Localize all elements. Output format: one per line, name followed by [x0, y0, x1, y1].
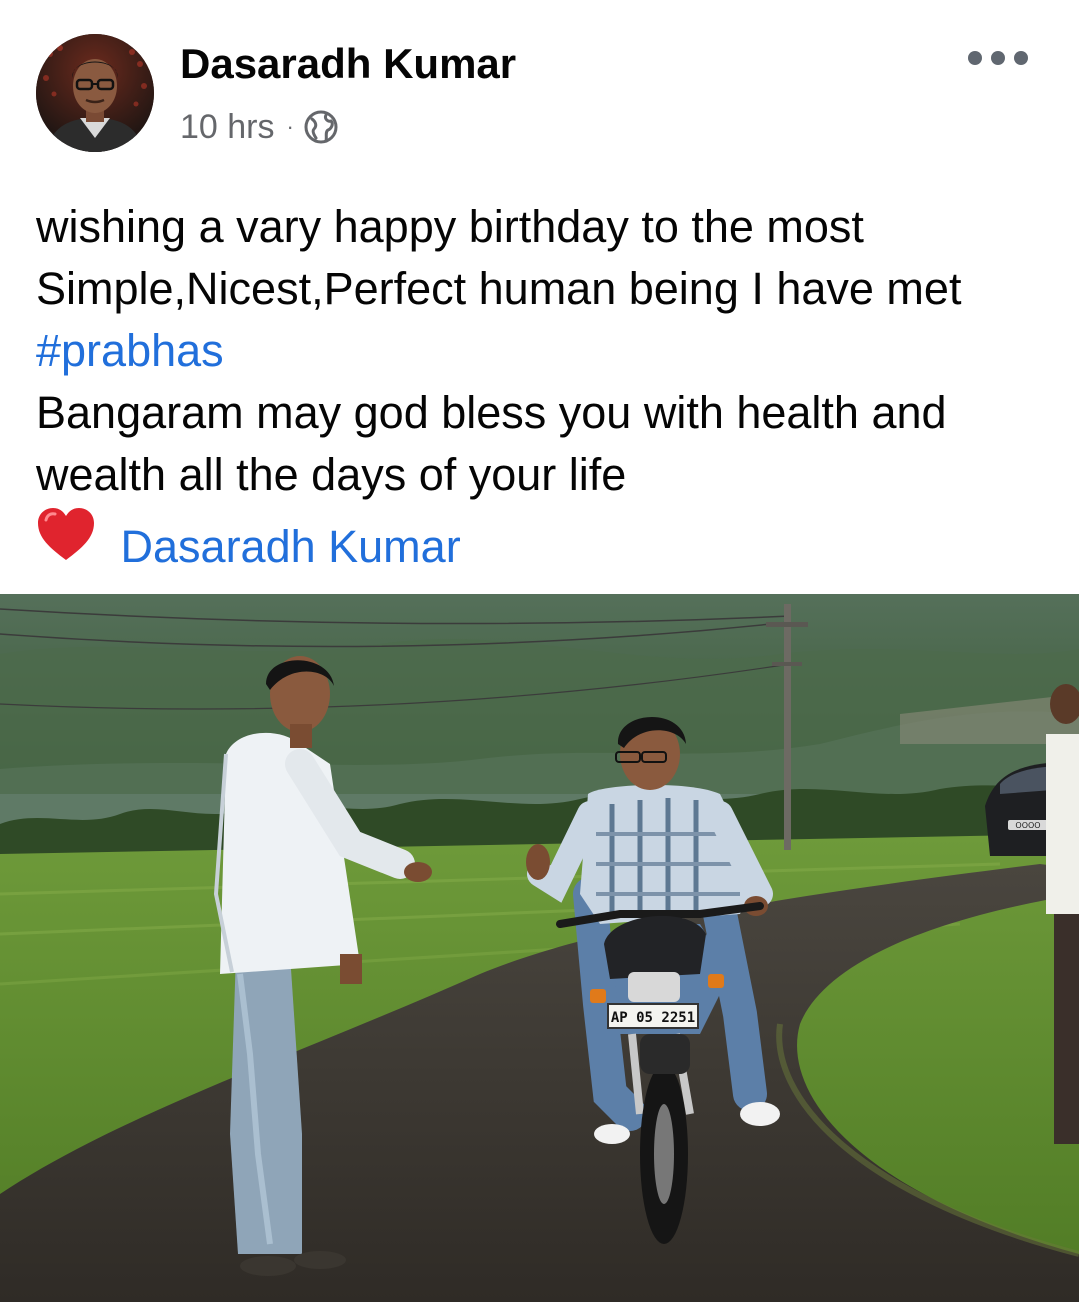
- more-dots-icon: [991, 51, 1005, 65]
- post-text-line: Simple,Nicest,Perfect human being I have…: [36, 263, 962, 314]
- post-photo[interactable]: OOOO AP 05 2251: [0, 594, 1079, 1302]
- post-text: wishing a vary happy birthday to the mos…: [36, 196, 1056, 578]
- more-options-button[interactable]: [968, 40, 1028, 76]
- facebook-post: Dasaradh Kumar 10 hrs · wishing a vary h…: [0, 0, 1079, 1302]
- post-header: Dasaradh Kumar 10 hrs ·: [0, 0, 1079, 170]
- hashtag-link[interactable]: #prabhas: [36, 320, 1056, 382]
- author-avatar[interactable]: [36, 34, 154, 152]
- author-name[interactable]: Dasaradh Kumar: [180, 40, 516, 88]
- meta-separator: ·: [286, 114, 294, 139]
- more-dots-icon: [968, 51, 982, 65]
- post-text-line: Bangaram may god bless you with health a…: [36, 387, 947, 438]
- car-badge: OOOO: [1015, 821, 1040, 830]
- red-heart-icon: [38, 508, 94, 560]
- post-text-line: wealth all the days of your life: [36, 449, 627, 500]
- post-meta: 10 hrs ·: [180, 106, 338, 148]
- more-dots-icon: [1014, 51, 1028, 65]
- mention-link[interactable]: Dasaradh Kumar: [121, 521, 461, 572]
- post-text-line: wishing a vary happy birthday to the mos…: [36, 201, 864, 252]
- license-plate: AP 05 2251: [611, 1010, 695, 1026]
- post-timestamp[interactable]: 10 hrs: [180, 108, 275, 147]
- globe-icon[interactable]: [304, 110, 338, 144]
- mention-line: Dasaradh Kumar: [36, 506, 1056, 578]
